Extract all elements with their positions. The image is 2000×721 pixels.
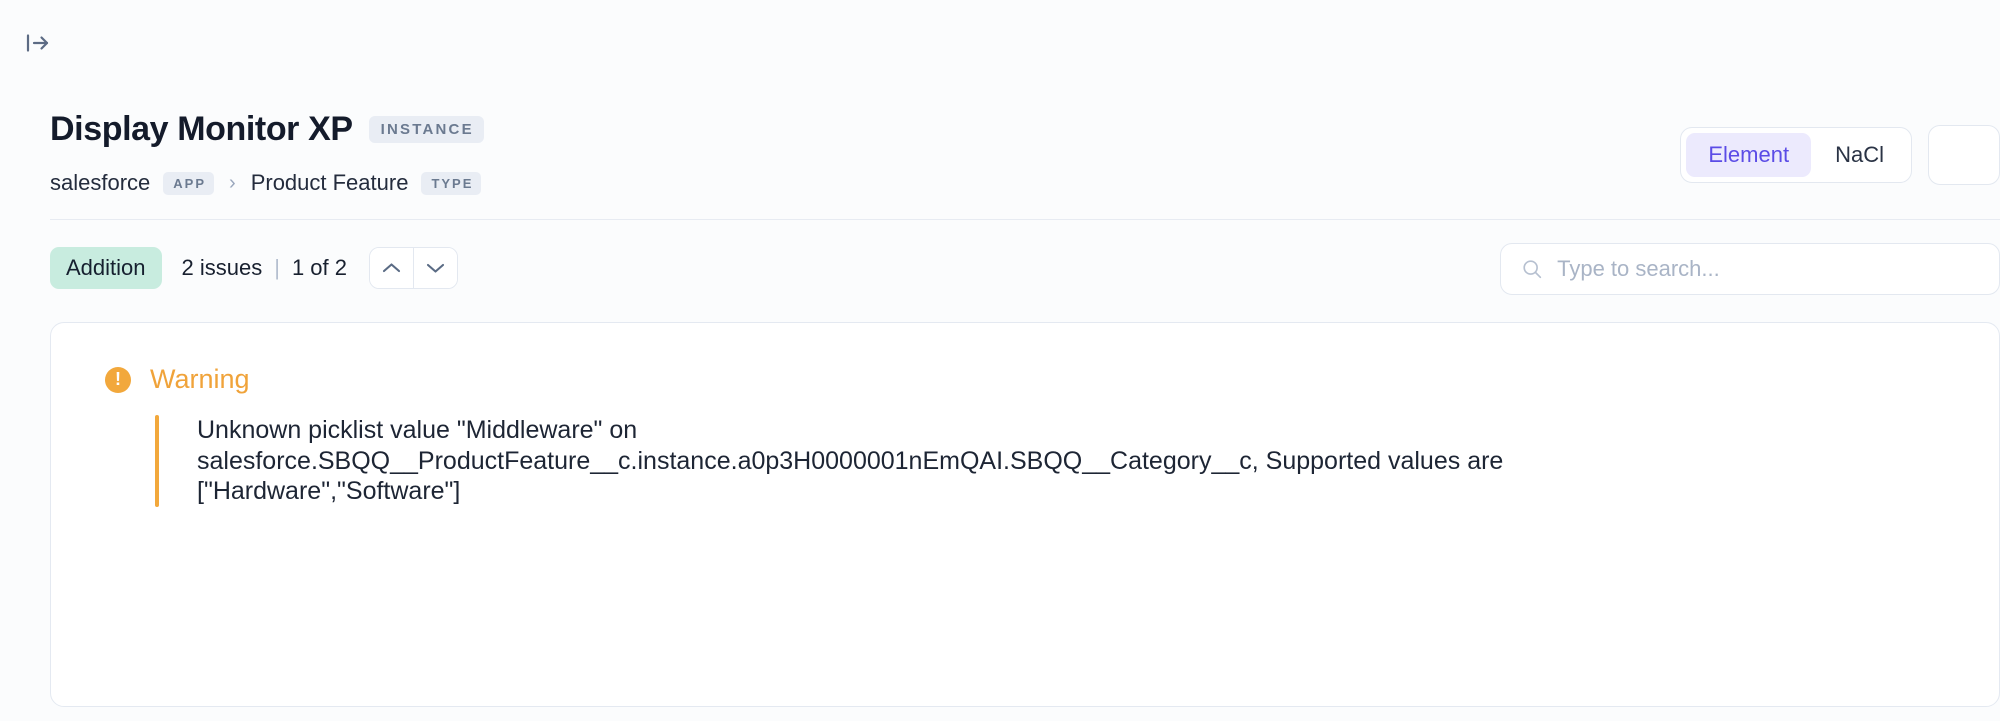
view-toggle-group: Element NaCl [1680, 127, 1912, 183]
issue-severity-label: Warning [150, 364, 250, 394]
chevron-down-glyph [426, 263, 445, 273]
page-title: Display Monitor XP [50, 110, 353, 148]
header-divider [50, 219, 2000, 220]
change-type-badge: Addition [50, 247, 162, 289]
view-toggle-element[interactable]: Element [1686, 133, 1812, 177]
overflow-control-partial[interactable] [1928, 125, 2000, 185]
instance-type-chip: INSTANCE [368, 115, 484, 143]
breadcrumb-type-chip: TYPE [421, 171, 482, 195]
issues-toolbar: Addition 2 issues | 1 of 2 [50, 243, 2000, 295]
warning-exclamation-glyph: ! [115, 369, 121, 389]
chevron-up-glyph [382, 263, 401, 273]
warning-exclamation-icon: ! [105, 366, 131, 393]
chevron-down-icon[interactable] [413, 248, 457, 288]
header-right-controls: Element NaCl [1680, 125, 2000, 185]
issue-card-header: ! Warning [51, 323, 1999, 393]
panel-expand-glyph [26, 34, 49, 52]
breadcrumb-app-name[interactable]: salesforce [50, 170, 150, 196]
issue-card: ! Warning Unknown picklist value "Middle… [50, 322, 2000, 707]
breadcrumb-app-chip: APP [163, 171, 215, 195]
issue-card-body: Unknown picklist value "Middleware" on s… [155, 415, 1999, 507]
issue-accent-bar [155, 415, 159, 507]
search-icon [1523, 260, 1542, 279]
app-page: Display Monitor XP INSTANCE salesforce A… [0, 0, 2000, 721]
toolbar-separator: | [274, 255, 280, 280]
search-input[interactable] [1557, 256, 1979, 282]
breadcrumb-type-name[interactable]: Product Feature [251, 170, 409, 196]
issue-count-label: 2 issues [181, 255, 263, 280]
panel-expand-icon[interactable] [22, 28, 54, 58]
breadcrumb-separator-icon: › [229, 171, 236, 194]
chevron-up-icon[interactable] [370, 248, 413, 288]
issue-message: Unknown picklist value "Middleware" on s… [197, 416, 1504, 505]
view-toggle-nacl[interactable]: NaCl [1813, 133, 1906, 176]
issue-nav-group [369, 247, 458, 289]
issue-pager-label: 1 of 2 [291, 255, 347, 280]
search-box[interactable] [1500, 243, 2000, 295]
